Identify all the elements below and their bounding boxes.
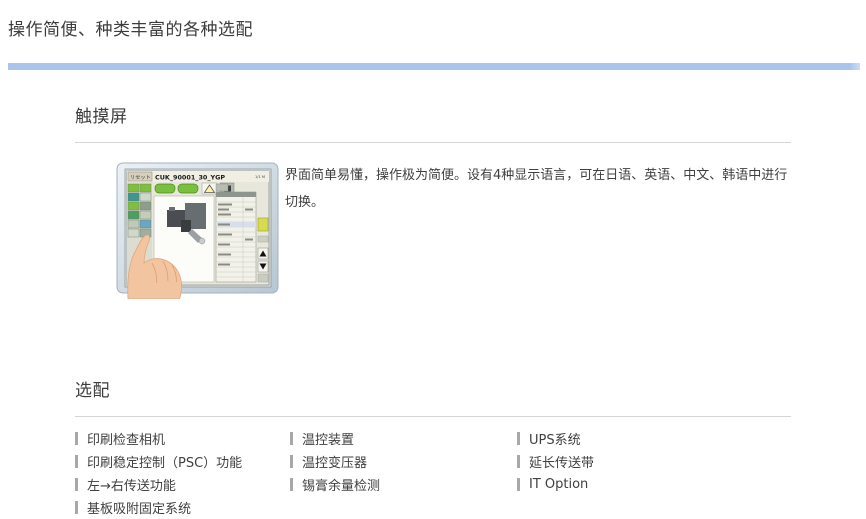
options-column-2: 温控装置 温控变压器 锡膏余量检测 xyxy=(290,427,517,496)
options-divider xyxy=(75,416,791,417)
option-tick-bar xyxy=(75,478,78,491)
option-label: 延长传送带 xyxy=(529,452,594,471)
option-item: 锡膏余量检测 xyxy=(290,473,517,496)
page-indicator: 1/1 M xyxy=(255,175,265,179)
option-item: 基板吸附固定系统 xyxy=(75,496,290,519)
option-label: 温控装置 xyxy=(302,429,354,448)
touchscreen-heading: 触摸屏 xyxy=(75,102,791,127)
option-tick-bar xyxy=(517,455,520,468)
option-tick-bar xyxy=(290,432,293,445)
option-item: 温控装置 xyxy=(290,427,517,450)
options-heading: 选配 xyxy=(75,376,791,401)
touchscreen-media-row: リセット CUK_90001_30_YGP 1/1 M xyxy=(75,162,791,299)
touchscreen-divider xyxy=(75,142,791,143)
touchscreen-description: 界面简单易懂，操作极为简便。设有4种显示语言，可在日语、英语、中文、韩语中进行切… xyxy=(285,162,791,216)
reset-button-label: リセット xyxy=(130,174,151,181)
option-item: 温控变压器 xyxy=(290,450,517,473)
page-title: 操作简便、种类丰富的各种选配 xyxy=(8,15,866,40)
options-column-1: 印刷检查相机 印刷稳定控制（PSC）功能 左→右传送功能 基板吸附固定系统 xyxy=(75,427,290,519)
option-label: 锡膏余量检测 xyxy=(302,475,380,494)
option-tick-bar xyxy=(517,478,520,491)
touchscreen-illustration: リセット CUK_90001_30_YGP 1/1 M xyxy=(115,162,280,299)
option-label: 温控变压器 xyxy=(302,452,367,471)
option-item: UPS系统 xyxy=(517,427,594,450)
toolbar-green-button-1 xyxy=(155,184,175,193)
option-tick-bar xyxy=(517,432,520,445)
option-item: 印刷稳定控制（PSC）功能 xyxy=(75,450,290,473)
options-column-3: UPS系统 延长传送带 IT Option xyxy=(517,427,594,496)
option-tick-bar xyxy=(75,455,78,468)
option-tick-bar xyxy=(290,455,293,468)
option-tick-bar xyxy=(75,432,78,445)
options-grid: 印刷检查相机 印刷稳定控制（PSC）功能 左→右传送功能 基板吸附固定系统 温控… xyxy=(75,427,791,519)
option-label: 基板吸附固定系统 xyxy=(87,498,191,517)
option-item: IT Option xyxy=(517,473,594,496)
option-item: 印刷检查相机 xyxy=(75,427,290,450)
option-tick-bar xyxy=(290,478,293,491)
page: 操作简便、种类丰富的各种选配 触摸屏 xyxy=(0,15,866,519)
option-label: 左→右传送功能 xyxy=(87,475,176,494)
section-options: 选配 印刷检查相机 印刷稳定控制（PSC）功能 左→右传送功能 基板吸附固定系统… xyxy=(75,376,791,519)
option-label: 印刷稳定控制（PSC）功能 xyxy=(87,452,242,471)
content: 触摸屏 xyxy=(0,102,866,519)
toolbar-green-button-2 xyxy=(178,184,198,193)
option-label: 印刷检查相机 xyxy=(87,429,165,448)
accent-bar xyxy=(8,63,860,70)
touchscreen-photo: リセット CUK_90001_30_YGP 1/1 M xyxy=(115,162,280,299)
option-tick-bar xyxy=(75,501,78,514)
option-item: 左→右传送功能 xyxy=(75,473,290,496)
program-title: CUK_90001_30_YGP xyxy=(155,174,225,182)
option-label: IT Option xyxy=(529,477,588,492)
option-item: 延长传送带 xyxy=(517,450,594,473)
option-label: UPS系统 xyxy=(529,429,581,448)
section-touchscreen: 触摸屏 xyxy=(75,102,791,299)
side-yellow-button xyxy=(258,218,268,231)
